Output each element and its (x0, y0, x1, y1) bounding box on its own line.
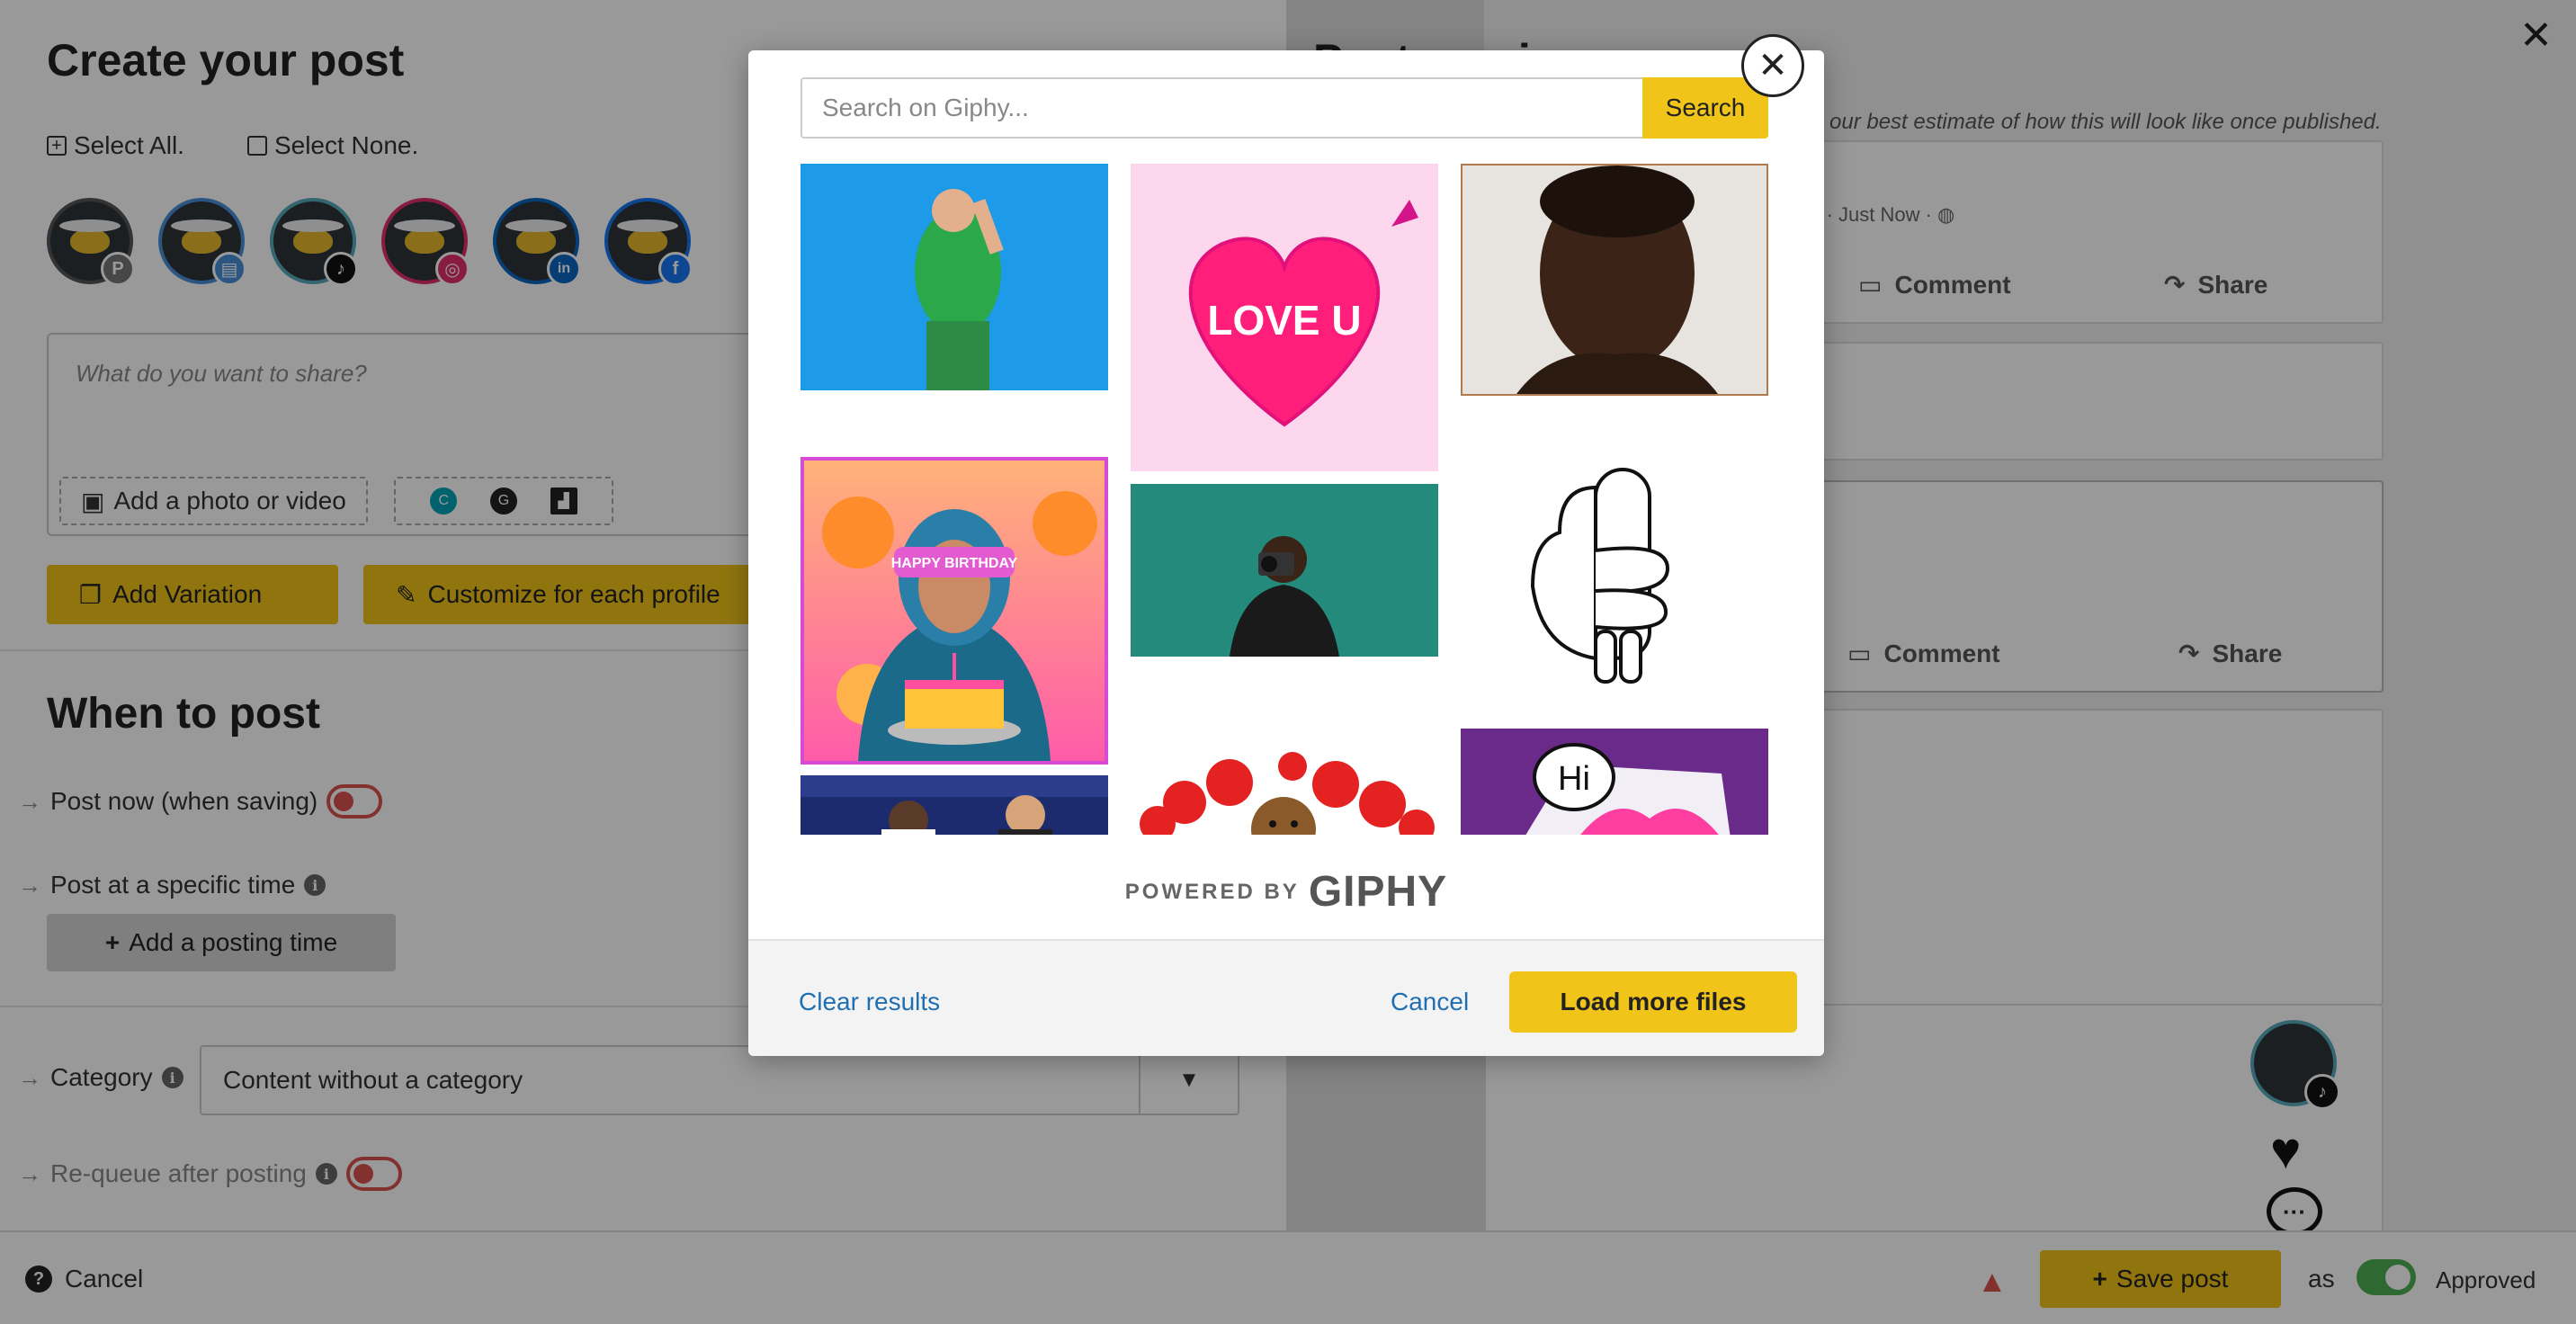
giphy-results-grid: HAPPY BIRTHDAY LOVE U Hi (801, 164, 1768, 835)
birthday-illustration: HAPPY BIRTHDAY (822, 491, 1097, 761)
hi-caption: Hi (1558, 760, 1590, 798)
boy-illustration (1462, 166, 1767, 394)
giphy-logo: GIPHY (1308, 868, 1448, 916)
wrestler-illustration (915, 189, 1004, 390)
volleyball-illustration (801, 775, 1108, 835)
bear-hearts-illustration (1140, 752, 1435, 835)
gif-volleyball[interactable] (801, 775, 1108, 835)
gif-love-u-heart[interactable]: LOVE U (1131, 164, 1438, 471)
gif-boy-look[interactable] (1461, 164, 1768, 396)
clear-results-link[interactable]: Clear results (799, 988, 940, 1016)
gif-bear-hearts[interactable] (1131, 730, 1438, 835)
hi-card-illustration: Hi (1461, 729, 1768, 835)
powered-by-label: POWERED BY (1124, 879, 1300, 904)
love-heart-illustration: LOVE U (1188, 200, 1418, 427)
modal-cancel-link[interactable]: Cancel (1391, 988, 1469, 1016)
powered-by-giphy: POWERED BY GIPHY (748, 867, 1824, 917)
load-more-files-button[interactable]: Load more files (1509, 971, 1797, 1033)
gif-happy-birthday[interactable]: HAPPY BIRTHDAY (801, 457, 1108, 765)
gif-wrestler-wave[interactable] (801, 164, 1108, 390)
gif-photographer[interactable] (1131, 484, 1438, 657)
birthday-caption: HAPPY BIRTHDAY (891, 556, 1018, 571)
gif-hug-sticker[interactable] (1461, 434, 1768, 685)
photographer-illustration (1131, 484, 1438, 657)
giphy-search-row: Search (801, 77, 1768, 139)
gif-hi-card[interactable]: Hi (1461, 729, 1768, 835)
love-caption: LOVE U (1207, 297, 1361, 344)
giphy-modal: Search HAPPY BIRTHDAY (748, 50, 1824, 1056)
giphy-modal-footer: Clear results Cancel Load more files (748, 939, 1824, 1056)
modal-close-icon[interactable]: ✕ (1741, 34, 1804, 97)
hug-sticker-illustration (1530, 468, 1670, 684)
giphy-search-input[interactable] (801, 77, 1642, 139)
